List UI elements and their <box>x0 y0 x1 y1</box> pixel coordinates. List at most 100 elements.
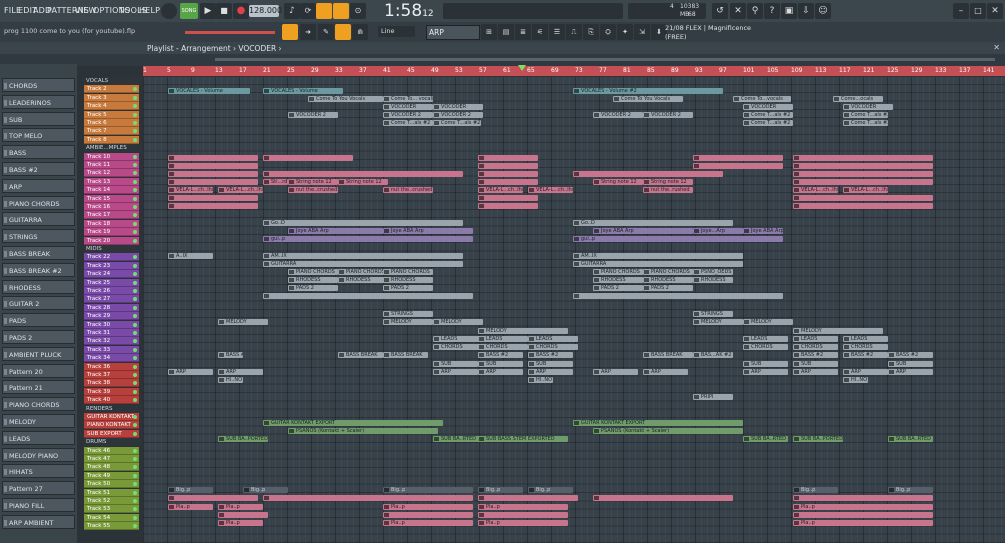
pattern-clip[interactable]: Joye ABA Arp <box>743 228 783 234</box>
browser-pattern-19[interactable]: PIANO CHORDS <box>2 397 75 412</box>
pattern-clip[interactable]: BAS...AK #2 <box>693 352 733 358</box>
browser-pattern-21[interactable]: LEADS <box>2 430 75 445</box>
snap-select[interactable]: Line <box>378 26 415 37</box>
pattern-clip[interactable]: LEADS <box>793 336 838 342</box>
track-enable-icon[interactable] <box>133 305 137 310</box>
pattern-clip[interactable]: LEADS <box>528 336 578 342</box>
track-header[interactable]: Track 24 <box>84 270 139 279</box>
touch-controller-icon[interactable]: ⇲ <box>634 24 650 40</box>
track-header[interactable]: PIANO KONTAKT <box>84 421 139 430</box>
browser-pattern-4[interactable]: BASS <box>2 145 75 160</box>
pattern-clip[interactable]: RHODESS <box>693 277 733 283</box>
track-enable-icon[interactable] <box>133 473 137 478</box>
track-enable-icon[interactable] <box>133 331 137 335</box>
pattern-clip[interactable]: VELA-L...ch..lhs <box>218 187 263 193</box>
pattern-clip[interactable]: BASS #2 <box>793 352 838 358</box>
track-enable-icon[interactable] <box>133 213 137 218</box>
maximize-icon[interactable]: □ <box>970 3 986 19</box>
pattern-clip[interactable] <box>478 203 538 209</box>
song-mode-toggle[interactable] <box>161 3 177 19</box>
track-header[interactable]: Track 38 <box>84 379 139 388</box>
pattern-clip[interactable]: PSANOS (Kontakt + Scaler) <box>288 428 438 434</box>
pattern-clip[interactable]: nut the..crushed <box>383 187 433 193</box>
pattern-clip[interactable]: PSANOS (Kontakt + Scaler) <box>593 428 743 434</box>
pattern-clip[interactable]: BASS #2 <box>843 352 888 358</box>
pattern-clip[interactable]: Joye...Arp <box>693 228 743 234</box>
pattern-clip[interactable]: VELA-L...ch..lhs <box>793 187 838 193</box>
track-group-header[interactable]: MIDIS <box>84 245 142 253</box>
pattern-clip[interactable] <box>593 495 733 501</box>
track-header[interactable]: Track 11 <box>84 161 139 169</box>
track-enable-icon[interactable] <box>133 339 137 344</box>
track-header[interactable]: Track 39 <box>84 387 139 396</box>
browser-pattern-20[interactable]: MELODY <box>2 414 75 428</box>
pattern-clip[interactable]: SUB BA..PORTED <box>793 436 843 442</box>
pattern-clip[interactable]: RHODESS <box>288 277 338 283</box>
track-enable-icon[interactable] <box>133 423 137 428</box>
menu-help[interactable]: HELP <box>139 6 160 15</box>
track-header[interactable]: Track 50 <box>84 480 139 489</box>
track-header[interactable]: Track 7 <box>84 127 139 136</box>
pattern-select[interactable]: ARP AMBIENT <box>426 25 480 50</box>
browser-pattern-15[interactable]: PADS 2 <box>2 330 75 344</box>
pattern-clip[interactable] <box>693 155 783 161</box>
pattern-clip[interactable]: ARP <box>793 369 838 375</box>
pattern-clip[interactable]: Pla..p <box>383 504 473 510</box>
pattern-clip[interactable]: GUITARRA <box>573 261 743 267</box>
play-icon[interactable]: ▶ <box>200 3 216 19</box>
pattern-clip[interactable] <box>573 171 723 177</box>
track-enable-icon[interactable] <box>133 289 137 293</box>
browser-pattern-8[interactable]: GUITARRA <box>2 212 75 227</box>
pattern-clip[interactable]: CHORDS <box>743 344 788 350</box>
pattern-clip[interactable]: PIANO CHORDS <box>338 269 388 275</box>
track-header[interactable]: Track 23 <box>84 261 139 270</box>
pattern-clip[interactable] <box>793 179 933 185</box>
window-close-icon[interactable]: ✕ <box>993 43 1000 52</box>
pattern-clip[interactable]: SUB BA..RTED <box>888 436 933 442</box>
pattern-clip[interactable]: LEADS <box>433 336 483 342</box>
pattern-clip[interactable] <box>168 171 258 177</box>
track-header[interactable]: GUITAR KONTAKT <box>84 413 139 421</box>
track-enable-icon[interactable] <box>133 431 137 436</box>
track-header[interactable]: Track 22 <box>84 253 139 262</box>
step-edit-icon[interactable] <box>316 3 332 19</box>
pattern-clip[interactable]: Come T...als #2 <box>433 120 481 126</box>
pattern-clip[interactable]: Joye ABA Arp <box>383 228 473 234</box>
track-enable-icon[interactable] <box>133 179 137 184</box>
browser-pattern-17[interactable]: Pattern 20 <box>2 363 75 378</box>
pattern-clip[interactable]: Come T...als #2 <box>843 120 888 126</box>
pattern-clip[interactable]: String note 12 <box>338 179 388 185</box>
loop-record-icon[interactable]: ⟳ <box>300 3 316 19</box>
pattern-clip[interactable] <box>218 512 268 518</box>
pattern-clip[interactable]: Big..p <box>243 487 288 493</box>
browser-pattern-24[interactable]: Pattern 27 <box>2 481 75 496</box>
pattern-clip[interactable]: Come...ocals <box>833 96 883 102</box>
pattern-clip[interactable]: ARP <box>168 369 213 375</box>
track-enable-icon[interactable] <box>133 221 137 226</box>
pattern-clip[interactable]: Sti...rd <box>263 179 288 185</box>
track-enable-icon[interactable] <box>133 314 137 319</box>
pattern-clip[interactable]: Come To... vocals <box>383 96 433 102</box>
pattern-clip[interactable]: SUB <box>478 361 523 367</box>
pattern-clip[interactable]: Big..p <box>478 487 523 493</box>
pattern-clip[interactable]: BASS #2 <box>218 352 243 358</box>
pattern-clip[interactable]: Big..p <box>793 487 838 493</box>
browser-pattern-9[interactable]: STRINGS <box>2 229 75 244</box>
draw-tool-icon[interactable] <box>335 24 351 40</box>
pattern-options-icon[interactable]: ⊞ <box>481 24 497 40</box>
pattern-clip[interactable] <box>793 195 933 201</box>
track-enable-icon[interactable] <box>133 499 137 503</box>
pattern-clip[interactable]: String note 12 <box>288 179 338 185</box>
browser-pattern-13[interactable]: GUITAR 2 <box>2 296 75 311</box>
pattern-clip[interactable] <box>793 512 933 518</box>
pattern-clip[interactable] <box>573 293 783 299</box>
pattern-clip[interactable] <box>478 179 538 185</box>
track-enable-icon[interactable] <box>133 389 137 394</box>
pattern-clip[interactable]: LEADS <box>743 336 788 342</box>
pattern-clip[interactable]: Pla..p <box>218 504 263 510</box>
pattern-clip[interactable] <box>478 171 538 177</box>
track-header[interactable]: Track 19 <box>84 228 139 237</box>
pattern-clip[interactable]: CHORDS <box>478 344 528 350</box>
piano-roll-icon[interactable]: ➜ <box>300 24 316 40</box>
pattern-clip[interactable]: A..IX <box>168 253 213 259</box>
